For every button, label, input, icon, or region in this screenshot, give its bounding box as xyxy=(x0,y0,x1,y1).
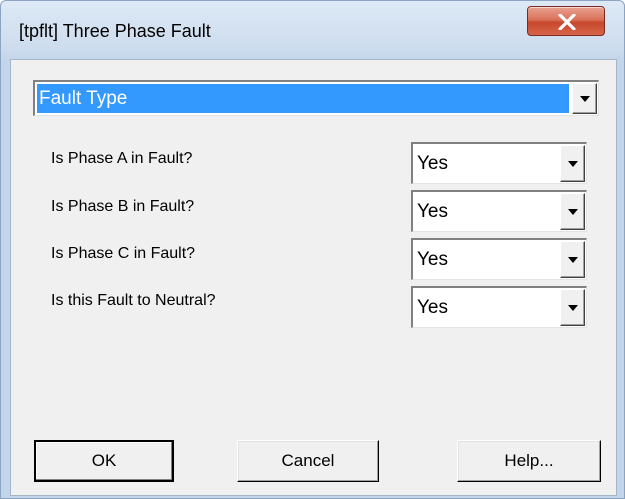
phase-a-label: Is Phase A in Fault? xyxy=(51,150,193,167)
cancel-button[interactable]: Cancel xyxy=(237,440,379,482)
phase-c-dropdown[interactable]: Yes xyxy=(411,238,587,280)
phase-b-dropdown[interactable]: Yes xyxy=(411,190,587,232)
phase-a-dropdown-button[interactable] xyxy=(560,145,585,182)
phase-b-value: Yes xyxy=(417,200,448,222)
window-title: [tpflt] Three Phase Fault xyxy=(19,21,211,41)
dialog-body: Fault Type Is Phase A in Fault? Yes Is P… xyxy=(10,59,617,496)
neutral-value: Yes xyxy=(417,296,448,318)
chevron-down-icon xyxy=(568,160,578,167)
phase-b-label: Is Phase B in Fault? xyxy=(51,198,195,215)
chevron-down-icon xyxy=(580,95,590,102)
dialog-window: [tpflt] Three Phase Fault Fault Type Is … xyxy=(0,0,625,499)
phase-c-label: Is Phase C in Fault? xyxy=(51,245,196,262)
chevron-down-icon xyxy=(568,304,578,311)
ok-button[interactable]: OK xyxy=(34,440,174,482)
chevron-down-icon xyxy=(568,256,578,263)
neutral-dropdown-button[interactable] xyxy=(560,289,585,326)
cancel-button-label: Cancel xyxy=(281,451,335,470)
help-button[interactable]: Help... xyxy=(457,440,601,482)
fault-type-dropdown[interactable]: Fault Type xyxy=(33,80,599,116)
phase-a-value: Yes xyxy=(417,152,448,174)
fault-type-value: Fault Type xyxy=(37,84,569,113)
title-bar[interactable]: [tpflt] Three Phase Fault xyxy=(1,1,624,59)
phase-c-dropdown-button[interactable] xyxy=(560,241,585,278)
neutral-label: Is this Fault to Neutral? xyxy=(51,292,216,309)
chevron-down-icon xyxy=(568,208,578,215)
close-button[interactable] xyxy=(527,6,605,36)
phase-b-dropdown-button[interactable] xyxy=(560,193,585,230)
fault-type-dropdown-button[interactable] xyxy=(572,83,597,114)
neutral-dropdown[interactable]: Yes xyxy=(411,286,587,328)
phase-c-value: Yes xyxy=(417,248,448,270)
close-icon xyxy=(558,14,576,30)
ok-button-label: OK xyxy=(91,451,117,470)
phase-a-dropdown[interactable]: Yes xyxy=(411,142,587,184)
help-button-label: Help... xyxy=(504,451,554,470)
